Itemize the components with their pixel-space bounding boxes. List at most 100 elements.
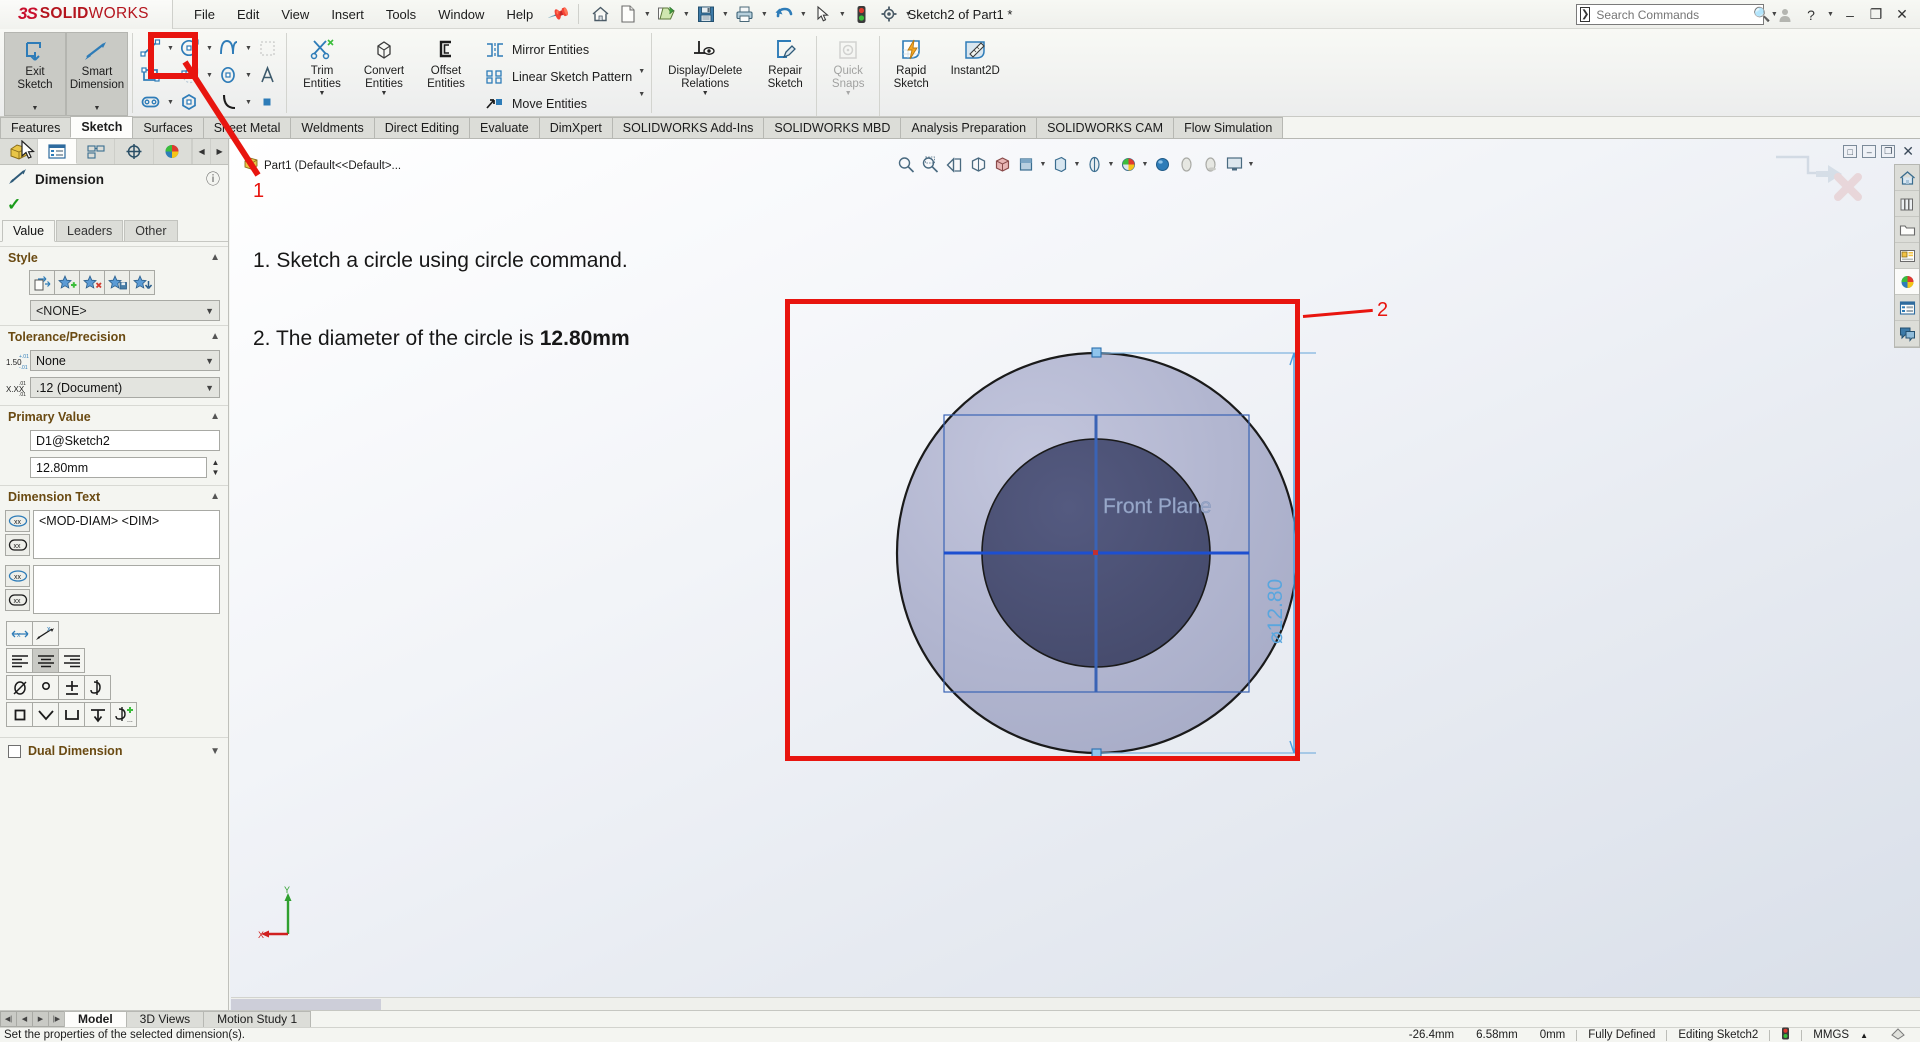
chevron-up-icon[interactable]: ▲ bbox=[210, 252, 220, 263]
trim-entities-button[interactable]: TrimEntities ▼ bbox=[291, 32, 353, 100]
chevron-down-icon[interactable]: ▼ bbox=[720, 11, 731, 18]
tab-other[interactable]: Other bbox=[124, 220, 177, 241]
tab-direct-editing[interactable]: Direct Editing bbox=[374, 117, 470, 138]
tab-features[interactable]: Features bbox=[0, 117, 71, 138]
add-symbol-parens-icon[interactable]: xx bbox=[5, 565, 30, 587]
nav-last-icon[interactable]: |▶ bbox=[48, 1011, 65, 1027]
smart-dimension-button[interactable]: SmartDimension ▼ bbox=[66, 32, 128, 116]
display-manager-tab[interactable] bbox=[154, 139, 192, 164]
chevron-down-icon[interactable]: ▼ bbox=[204, 72, 215, 79]
linear-sketch-pattern-button[interactable]: Linear Sketch Pattern bbox=[482, 63, 636, 90]
confirmation-corner[interactable] bbox=[1762, 151, 1872, 211]
offset-entities-button[interactable]: OffsetEntities bbox=[415, 32, 477, 90]
plus-minus-symbol-icon[interactable] bbox=[58, 675, 85, 700]
tab-leaders[interactable]: Leaders bbox=[56, 220, 123, 241]
tab-evaluate[interactable]: Evaluate bbox=[469, 117, 540, 138]
square-symbol-icon[interactable] bbox=[6, 702, 33, 727]
nav-next-icon[interactable]: ▶ bbox=[32, 1011, 49, 1027]
depth-symbol-icon[interactable] bbox=[84, 702, 111, 727]
chevron-down-icon[interactable]: ▼ bbox=[210, 746, 220, 757]
chevron-down-icon[interactable]: ▼ bbox=[165, 72, 176, 79]
tab-dimxpert[interactable]: DimXpert bbox=[539, 117, 613, 138]
tab-flow-simulation[interactable]: Flow Simulation bbox=[1173, 117, 1283, 138]
align-right-icon[interactable] bbox=[58, 648, 85, 673]
solidworks-forum-icon[interactable] bbox=[1895, 321, 1919, 347]
chevron-down-icon[interactable]: ▼ bbox=[32, 105, 39, 115]
tab-nav-left-icon[interactable]: ◀ bbox=[192, 139, 210, 164]
chevron-down-icon[interactable]: ▼ bbox=[243, 45, 254, 52]
custom-properties-icon[interactable] bbox=[1895, 295, 1919, 321]
chevron-down-icon[interactable]: ▼ bbox=[798, 11, 809, 18]
rebuild-traffic-light-icon[interactable] bbox=[849, 2, 875, 26]
bottom-tab-3d-views[interactable]: 3D Views bbox=[126, 1011, 204, 1028]
tolerance-precision-header[interactable]: Tolerance/Precision ▲ bbox=[0, 325, 228, 347]
save-icon[interactable] bbox=[693, 2, 719, 26]
chevron-down-icon[interactable]: ▼ bbox=[381, 90, 388, 100]
exit-sketch-button[interactable]: ExitSketch ▼ bbox=[4, 32, 66, 116]
offset-text-icon[interactable]: x bbox=[6, 621, 33, 646]
display-delete-relations-button[interactable]: Display/DeleteRelations ▼ bbox=[656, 32, 754, 100]
menu-file[interactable]: File bbox=[183, 3, 226, 26]
chevron-down-icon[interactable]: ▼ bbox=[837, 11, 848, 18]
chevron-up-icon[interactable]: ▲ bbox=[210, 491, 220, 502]
menu-tools[interactable]: Tools bbox=[375, 3, 427, 26]
select-cursor-icon[interactable] bbox=[810, 2, 836, 26]
chevron-down-icon[interactable]: ▼ bbox=[243, 99, 254, 106]
configuration-manager-tab[interactable] bbox=[77, 139, 115, 164]
chevron-down-icon[interactable]: ▼ bbox=[205, 356, 214, 366]
green-check-icon[interactable]: ✓ bbox=[7, 195, 21, 215]
rebuild-indicator-icon[interactable] bbox=[1770, 1027, 1801, 1042]
dimxpert-manager-tab[interactable] bbox=[115, 139, 153, 164]
style-select[interactable]: <NONE> ▼ bbox=[30, 300, 220, 321]
options-gear-icon[interactable] bbox=[876, 2, 902, 26]
view-palette-icon[interactable] bbox=[1895, 243, 1919, 269]
close-icon[interactable]: ✕ bbox=[1890, 3, 1914, 27]
status-units[interactable]: MMGS bbox=[1802, 1029, 1860, 1041]
diameter-symbol-icon[interactable] bbox=[6, 675, 33, 700]
dimension-value-stepper[interactable]: ▲ ▼ bbox=[209, 458, 222, 478]
dimension-text-input-1[interactable]: <MOD-DIAM> <DIM> bbox=[33, 510, 220, 559]
help-circle-icon[interactable]: ⓘ bbox=[206, 169, 220, 189]
chevron-up-icon[interactable]: ▲ bbox=[210, 331, 220, 342]
sketch-pattern-icon[interactable] bbox=[254, 36, 282, 61]
precision-select[interactable]: .12 (Document) ▼ bbox=[30, 377, 220, 398]
ellipse-icon[interactable] bbox=[215, 63, 243, 88]
countersink-symbol-icon[interactable] bbox=[32, 702, 59, 727]
chevron-down-icon[interactable]: ▼ bbox=[903, 11, 914, 18]
menu-insert[interactable]: Insert bbox=[320, 3, 375, 26]
overlay-icon[interactable] bbox=[1880, 1028, 1916, 1042]
chevron-up-icon[interactable]: ▲ bbox=[210, 411, 220, 422]
chevron-down-icon[interactable]: ▼ bbox=[205, 306, 214, 316]
style-section-header[interactable]: Style ▲ bbox=[0, 246, 228, 268]
rapid-sketch-button[interactable]: RapidSketch bbox=[880, 32, 942, 90]
stepper-up-icon[interactable]: ▲ bbox=[209, 458, 222, 468]
scrollbar-thumb[interactable] bbox=[231, 999, 381, 1010]
chevron-down-icon[interactable]: ▼ bbox=[165, 99, 176, 106]
tab-solidworks-add-ins[interactable]: SOLIDWORKS Add-Ins bbox=[612, 117, 765, 138]
chevron-down-icon[interactable]: ▼ bbox=[702, 90, 709, 100]
pin-icon[interactable]: 📌 bbox=[547, 2, 572, 26]
align-center-icon[interactable] bbox=[32, 648, 59, 673]
chevron-down-icon[interactable]: ▼ bbox=[642, 11, 653, 18]
chevron-down-icon[interactable]: ▼ bbox=[759, 11, 770, 18]
open-folder-icon[interactable] bbox=[654, 2, 680, 26]
inspection-dimension-icon[interactable]: x bbox=[32, 621, 59, 646]
chevron-down-icon[interactable]: ▼ bbox=[204, 45, 215, 52]
stepper-down-icon[interactable]: ▼ bbox=[209, 468, 222, 478]
mirror-entities-button[interactable]: Mirror Entities bbox=[482, 36, 636, 63]
tab-value[interactable]: Value bbox=[2, 220, 55, 242]
menu-help[interactable]: Help bbox=[495, 3, 544, 26]
chevron-down-icon[interactable]: ▼ bbox=[165, 45, 176, 52]
dual-dimension-row[interactable]: Dual Dimension ▼ bbox=[0, 737, 228, 764]
file-explorer-icon[interactable] bbox=[1895, 217, 1919, 243]
add-symbol-parens-icon[interactable]: xx bbox=[5, 510, 30, 532]
tab-solidworks-mbd[interactable]: SOLIDWORKS MBD bbox=[763, 117, 901, 138]
menu-window[interactable]: Window bbox=[427, 3, 495, 26]
tab-surfaces[interactable]: Surfaces bbox=[132, 117, 203, 138]
align-left-icon[interactable] bbox=[6, 648, 33, 673]
appearances-scenes-icon[interactable] bbox=[1895, 269, 1919, 295]
search-icon[interactable]: 🔍 bbox=[1753, 6, 1770, 23]
chevron-down-icon[interactable]: ▼ bbox=[636, 91, 647, 98]
text-a-icon[interactable] bbox=[254, 63, 282, 88]
move-entities-button[interactable]: Move Entities bbox=[482, 90, 636, 117]
